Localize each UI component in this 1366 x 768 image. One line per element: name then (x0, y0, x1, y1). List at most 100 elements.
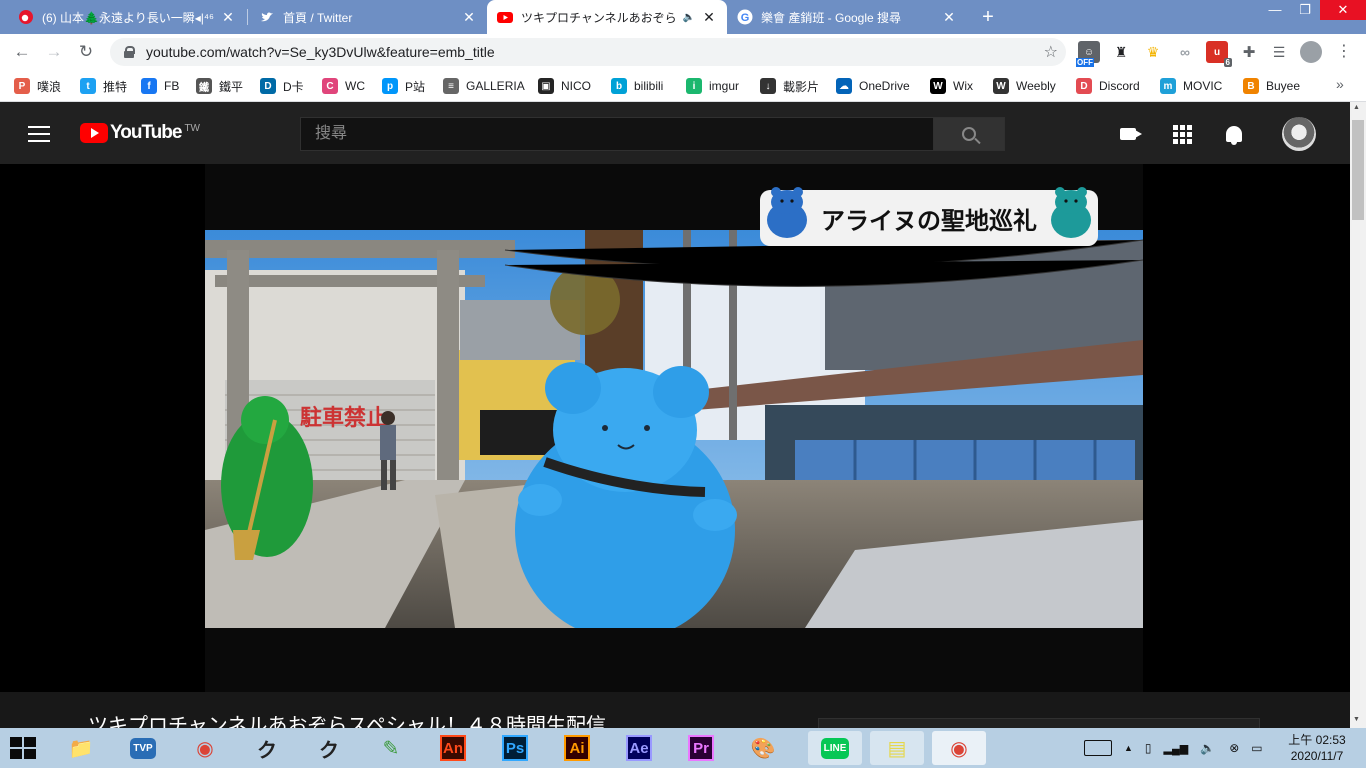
discord-icon: D (1076, 78, 1092, 94)
bookmark-wix[interactable]: W Wix (930, 76, 973, 96)
restore-button[interactable]: ❐ (1288, 0, 1322, 20)
facebook-icon: f (141, 78, 157, 94)
youtube-wordmark: YouTube (110, 122, 182, 143)
blue-mascot-icon (767, 187, 807, 238)
scrollbar-thumb[interactable] (1352, 120, 1364, 220)
google-icon: G (737, 9, 753, 25)
clip-studio-paint-icon[interactable]: ク (312, 731, 346, 765)
bookmark-label: FB (164, 79, 180, 93)
tab-weibo[interactable]: (6) 山本🌲永遠より長い一瞬◂|⁴⁶ ✕ (8, 0, 246, 34)
side-panel (818, 718, 1260, 728)
speaker-icon[interactable]: 🔈 (683, 12, 695, 23)
paint-tool-icon[interactable]: ✎ (374, 731, 408, 765)
bookmark-nico[interactable]: ▣ NICO (538, 76, 591, 96)
line-icon[interactable]: LINE (808, 731, 862, 765)
url-text[interactable]: youtube.com/watch?v=Se_ky3DvUlw&feature=… (146, 44, 495, 60)
bookmark-推特[interactable]: t 推特 (80, 76, 127, 96)
reload-button[interactable]: ↻ (74, 40, 98, 64)
bookmark-label: bilibili (634, 79, 664, 93)
minimize-button[interactable]: — (1258, 0, 1292, 20)
file-explorer-icon[interactable]: 📁 (64, 731, 98, 765)
after-effects-icon[interactable]: Ae (622, 731, 656, 765)
hamburger-menu-icon[interactable] (28, 126, 50, 142)
apps-button[interactable] (1170, 122, 1194, 146)
tab-twitter[interactable]: 首頁 / Twitter ✕ (249, 0, 487, 34)
system-clock[interactable]: 上午 02:53 2020/11/7 (1282, 732, 1352, 764)
tab-close-icon[interactable]: ✕ (461, 9, 477, 26)
search-button[interactable] (933, 117, 1005, 151)
bookmark-weebly[interactable]: W Weebly (993, 76, 1056, 96)
account-avatar[interactable] (1282, 117, 1316, 151)
tab-close-icon[interactable]: ✕ (941, 9, 957, 26)
clip-studio-icon[interactable]: ク (250, 731, 284, 765)
lock-icon[interactable] (122, 45, 136, 59)
bookmark-鐵平[interactable]: 鐵鐵平 (196, 76, 243, 96)
profile-avatar[interactable] (1300, 41, 1322, 63)
scroll-down-arrow-icon[interactable]: ▼ (1353, 716, 1360, 723)
animate-icon[interactable]: An (436, 731, 470, 765)
ublock-extension-icon[interactable]: u6 (1206, 41, 1232, 67)
tab-google[interactable]: G 樂會 產銷班 - Google 搜尋 ✕ (727, 0, 967, 34)
chrome-icon[interactable]: ◉ (188, 731, 222, 765)
movic-icon: m (1160, 78, 1176, 94)
tab-close-icon[interactable]: ✕ (701, 9, 717, 26)
address-bar[interactable]: youtube.com/watch?v=Se_ky3DvUlw&feature=… (110, 38, 1066, 66)
bookmark-噗浪[interactable]: P 噗浪 (14, 76, 61, 96)
bookmark-label: imgur (709, 79, 740, 93)
crown-extension-icon[interactable]: ♛ (1142, 41, 1164, 63)
youtube-logo[interactable]: YouTube TW (80, 122, 200, 144)
bookmark-star-icon[interactable]: ☆ (1044, 42, 1058, 62)
bookmark-buyee[interactable]: B Buyee (1243, 76, 1300, 96)
new-tab-button[interactable]: + (976, 4, 1000, 30)
galleria-icon: ≡ (443, 78, 459, 94)
taskbar-glyph: TVP (130, 737, 156, 759)
tray-expand-icon[interactable]: ▲ (1124, 743, 1133, 753)
tab-close-icon[interactable]: ✕ (220, 9, 236, 26)
bookmark-onedrive[interactable]: ☁ OneDrive (836, 76, 910, 96)
keyboard-icon[interactable] (1084, 740, 1112, 756)
bookmark-d卡[interactable]: D D卡 (260, 76, 304, 96)
spy-extension-icon[interactable]: ♜ (1110, 41, 1132, 63)
playlist-extension-icon[interactable]: ☰ (1268, 41, 1290, 63)
bookmark-movic[interactable]: m MOVIC (1160, 76, 1222, 96)
bookmark-galleria[interactable]: ≡ GALLERIA (443, 76, 525, 96)
bookmark-p站[interactable]: p P站 (382, 76, 425, 96)
back-button[interactable]: ← (10, 40, 34, 64)
tab-title: ツキプロチャンネルあおぞら (521, 10, 677, 25)
notifications-button[interactable] (1222, 122, 1246, 146)
create-video-button[interactable] (1116, 122, 1142, 146)
tvp-icon[interactable]: TVP (126, 731, 160, 765)
volume-icon[interactable]: 🔈 (1200, 741, 1215, 755)
glasses-extension-icon[interactable]: ∞ (1174, 41, 1196, 63)
bookmark-label: 鐵平 (219, 79, 244, 94)
off-extension-icon[interactable]: ☺ OFF (1076, 41, 1100, 67)
forward-button[interactable]: → (42, 40, 66, 64)
bookmark-label: WC (345, 79, 365, 93)
windows-start-button[interactable] (10, 737, 38, 759)
chrome-menu-icon[interactable]: ⋮ (1334, 41, 1354, 61)
sticky-notes-icon[interactable]: ▤ (870, 731, 924, 765)
network-icon[interactable]: ▂▄▆ (1164, 742, 1189, 755)
scroll-up-arrow-icon[interactable]: ▲ (1353, 104, 1360, 111)
tab-youtube[interactable]: ツキプロチャンネルあおぞら 🔈 ✕ (487, 0, 727, 34)
wix-icon: W (930, 78, 946, 94)
bookmark-imgur[interactable]: i imgur (686, 76, 739, 96)
phone-icon[interactable]: ▯ (1145, 741, 1152, 755)
palette-icon[interactable]: 🎨 (746, 731, 780, 765)
bookmark-fb[interactable]: f FB (141, 76, 179, 96)
bookmarks-overflow-button[interactable]: » (1336, 76, 1344, 92)
close-window-button[interactable]: ✕ (1320, 0, 1366, 20)
search-input[interactable]: 搜尋 (300, 117, 934, 151)
illustrator-icon[interactable]: Ai (560, 731, 594, 765)
bookmark-bilibili[interactable]: b bilibili (611, 76, 663, 96)
premiere-icon[interactable]: Pr (684, 731, 718, 765)
notification-off-icon[interactable]: ⊗ (1229, 741, 1239, 755)
bookmark-載影片[interactable]: ↓ 載影片 (760, 76, 819, 96)
action-center-icon[interactable]: ▭ (1251, 741, 1262, 755)
chrome-window-icon[interactable]: ◉ (932, 731, 986, 765)
puzzle-extension-icon[interactable]: ✚ (1238, 41, 1260, 63)
bookmark-wc[interactable]: C WC (322, 76, 365, 96)
photoshop-icon[interactable]: Ps (498, 731, 532, 765)
video-frame[interactable]: 駐車禁止 (205, 230, 1143, 628)
bookmark-discord[interactable]: D Discord (1076, 76, 1140, 96)
